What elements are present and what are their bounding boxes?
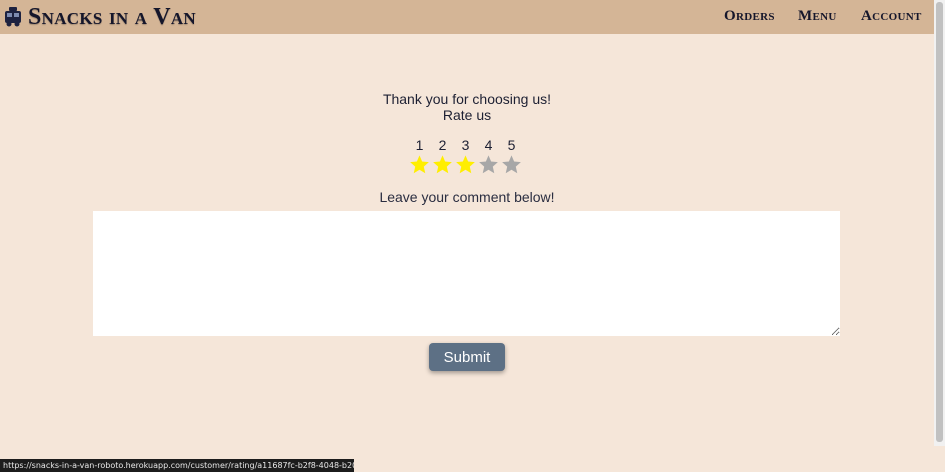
comment-textarea[interactable] bbox=[93, 211, 840, 336]
rating-number: 2 bbox=[438, 137, 447, 153]
rating-option-2[interactable]: 2 bbox=[431, 137, 454, 175]
thank-you-message: Thank you for choosing us! bbox=[382, 91, 552, 107]
brand-name: Snacks in a Van bbox=[28, 4, 196, 30]
rating-number: 4 bbox=[484, 137, 493, 153]
rating-option-4[interactable]: 4 bbox=[477, 137, 500, 175]
rating-number: 3 bbox=[461, 137, 470, 153]
nav-account-link[interactable]: Account bbox=[861, 8, 922, 25]
scrollbar[interactable] bbox=[934, 0, 945, 446]
scrollbar-thumb[interactable] bbox=[936, 2, 943, 442]
star-icon[interactable] bbox=[478, 154, 499, 175]
navbar: Snacks in a Van Orders Menu Account bbox=[0, 0, 934, 34]
star-icon[interactable] bbox=[455, 154, 476, 175]
rating-option-1[interactable]: 1 bbox=[408, 137, 431, 175]
star-icon[interactable] bbox=[501, 154, 522, 175]
comment-label: Leave your comment below! bbox=[379, 189, 555, 205]
rating-number: 1 bbox=[415, 137, 424, 153]
rating-option-3[interactable]: 3 bbox=[454, 137, 477, 175]
brand[interactable]: Snacks in a Van bbox=[4, 0, 196, 34]
rating-option-5[interactable]: 5 bbox=[500, 137, 523, 175]
star-rating: 1 2 3 4 5 bbox=[408, 137, 524, 177]
star-icon[interactable] bbox=[432, 154, 453, 175]
star-icon[interactable] bbox=[409, 154, 430, 175]
status-bar-url: https://snacks-in-a-van-roboto.herokuapp… bbox=[0, 459, 354, 472]
van-icon bbox=[5, 7, 21, 27]
submit-button[interactable]: Submit bbox=[429, 343, 505, 371]
nav-orders-link[interactable]: Orders bbox=[724, 8, 775, 25]
rate-us-label: Rate us bbox=[442, 107, 492, 123]
rating-number: 5 bbox=[507, 137, 516, 153]
nav-menu-link[interactable]: Menu bbox=[798, 8, 837, 25]
